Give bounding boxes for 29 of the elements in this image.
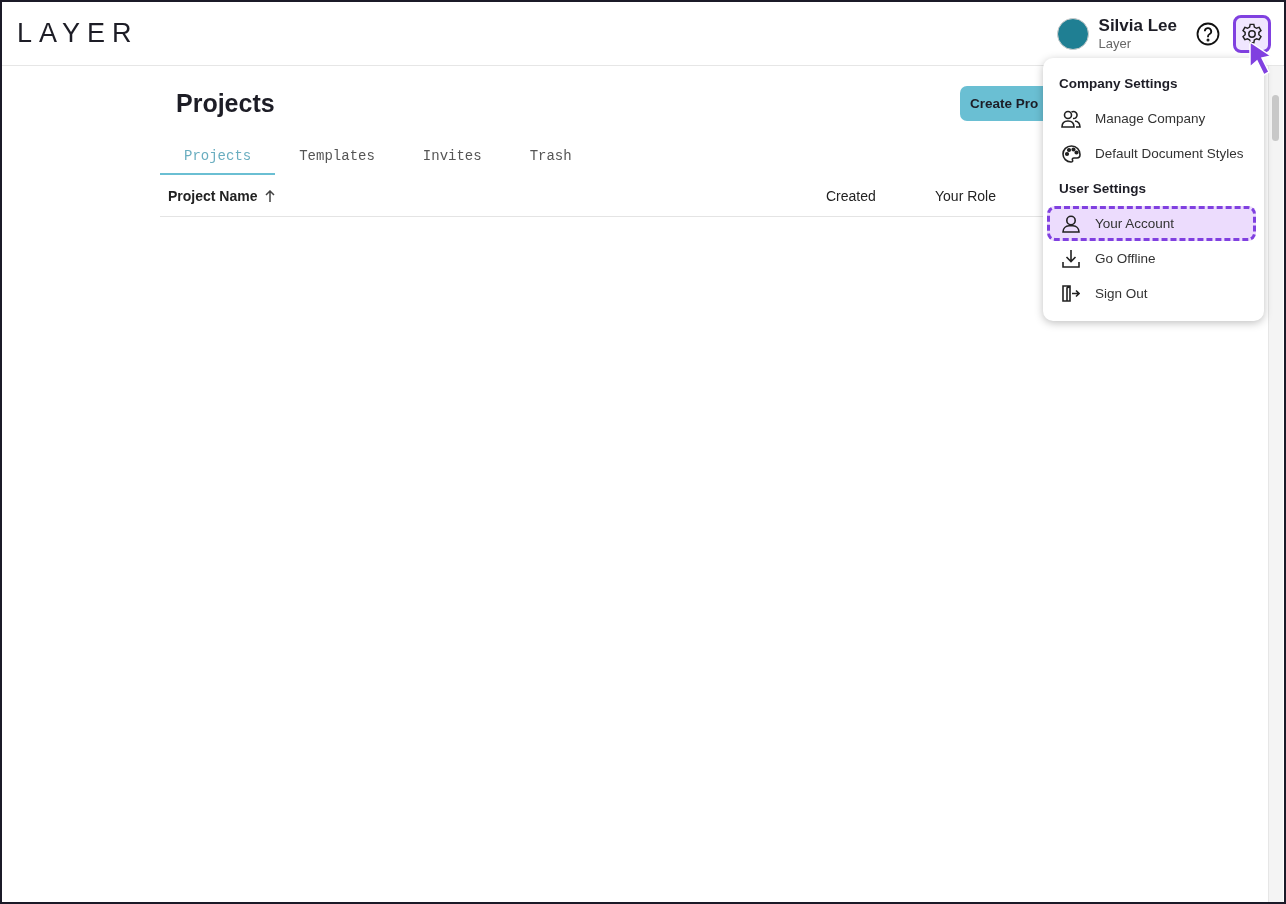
page-title: Projects xyxy=(176,88,275,118)
organization-name: Layer xyxy=(1098,37,1133,50)
column-header[interactable]: Created xyxy=(826,187,876,204)
menu-item[interactable]: Go Offline xyxy=(1047,241,1256,276)
help-icon[interactable] xyxy=(1196,21,1220,46)
user-icon xyxy=(1062,214,1080,233)
scrollbar-thumb[interactable] xyxy=(1272,95,1279,141)
tab[interactable]: Invites xyxy=(398,138,506,175)
people-icon xyxy=(1061,109,1081,128)
avatar xyxy=(1056,17,1089,50)
user-name: Silvia Lee xyxy=(1098,17,1177,34)
menu-item[interactable]: Default Document Styles xyxy=(1047,136,1256,171)
menu-section-title: Company Settings xyxy=(1058,75,1179,93)
menu-item[interactable]: Sign Out xyxy=(1047,276,1256,311)
tab[interactable]: Templates xyxy=(275,138,399,175)
download-icon xyxy=(1062,249,1080,268)
settings-icon xyxy=(1241,22,1263,45)
column-header[interactable]: Your Role xyxy=(935,187,996,204)
scrollbar[interactable] xyxy=(1268,66,1283,902)
tab[interactable]: Trash xyxy=(505,138,596,175)
create-project-button[interactable]: Create Pro xyxy=(960,85,1043,121)
palette-icon xyxy=(1061,144,1081,163)
menu-section-title: User Settings xyxy=(1058,180,1148,198)
settings-button[interactable] xyxy=(1233,14,1271,53)
menu-item[interactable]: Your Account xyxy=(1047,206,1256,241)
logo: LAYER xyxy=(17,18,139,49)
column-header[interactable]: Project Name xyxy=(168,187,258,204)
door-exit-icon xyxy=(1062,285,1080,302)
menu-item[interactable]: Manage Company xyxy=(1047,101,1256,136)
